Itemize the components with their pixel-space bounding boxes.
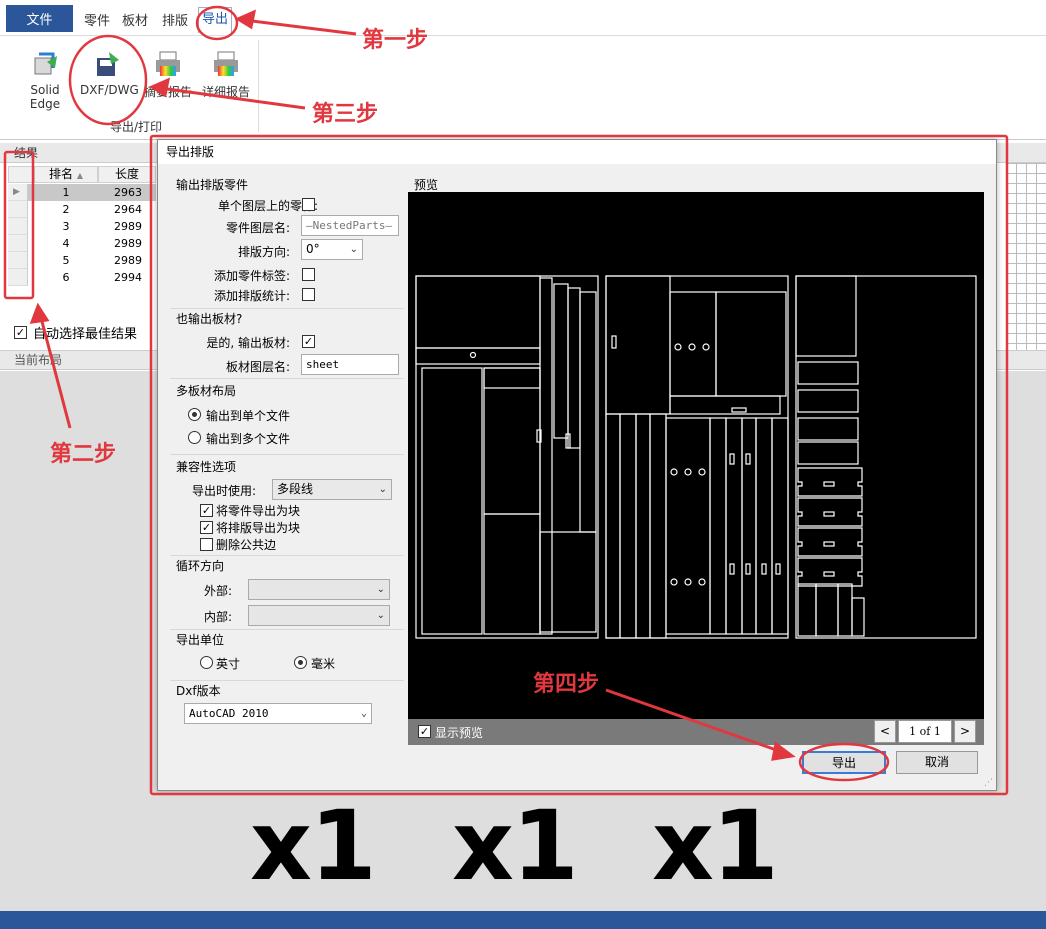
- step1-circle: [195, 5, 239, 41]
- step4-circle: [798, 742, 890, 782]
- step3-note: 第三步: [312, 102, 379, 127]
- step4-note: 第四步: [533, 672, 600, 697]
- step3-circle: [68, 34, 148, 126]
- step2-note: 第二步: [50, 442, 117, 467]
- step1-note: 第一步: [362, 28, 429, 53]
- annotation-overlay: [3, 5, 1009, 796]
- step2-box: [3, 150, 35, 300]
